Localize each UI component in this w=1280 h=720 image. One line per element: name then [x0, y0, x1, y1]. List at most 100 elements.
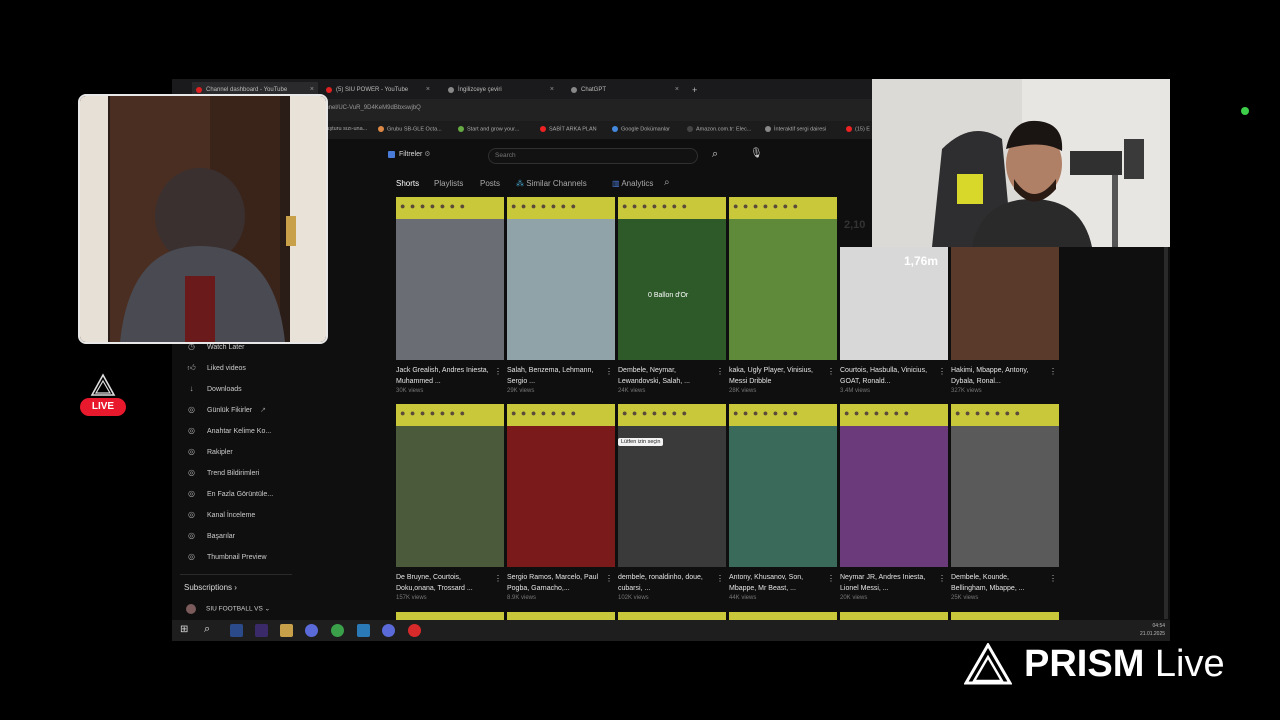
- short-title[interactable]: Antony, Khusanov, Son, Mbappe, Mr Beast,…: [729, 572, 825, 594]
- short-title[interactable]: De Bruyne, Courtois, Doku,onana, Trossar…: [396, 572, 492, 594]
- more-options-icon[interactable]: ⋮: [605, 574, 613, 583]
- filters-button[interactable]: Filtreler ⚙: [388, 150, 431, 158]
- short-title[interactable]: dembele, ronaldinho, doue, cubarsi, ...: [618, 572, 714, 594]
- short-title[interactable]: Neymar JR, Andres Iniesta, Lionel Messi,…: [840, 572, 936, 594]
- short-views: 44K views: [729, 595, 757, 601]
- short-title[interactable]: Salah, Benzema, Lehmann, Sergio ...: [507, 365, 603, 387]
- more-options-icon[interactable]: ⋮: [605, 367, 613, 376]
- bookmark-item[interactable]: Google Dokümanlar: [612, 126, 670, 132]
- more-options-icon[interactable]: ⋮: [938, 367, 946, 376]
- headset-icon[interactable]: [305, 624, 318, 637]
- search-input[interactable]: Search: [488, 148, 698, 164]
- discord-icon[interactable]: [382, 624, 395, 637]
- tab-chatgpt[interactable]: ChatGPT ×: [567, 82, 683, 98]
- system-clock[interactable]: 04:54 21.01.2025: [1140, 622, 1165, 638]
- folder-icon[interactable]: [280, 624, 293, 637]
- new-tab-button[interactable]: +: [690, 82, 704, 98]
- more-options-icon[interactable]: ⋮: [827, 574, 835, 583]
- short-thumbnail[interactable]: ● ● ● ● ● ● ●: [618, 197, 726, 360]
- more-options-icon[interactable]: ⋮: [938, 574, 946, 583]
- bookmark-item[interactable]: Grubu SB-GLE Octa...: [378, 126, 442, 132]
- thumbnail-player-strip: ● ● ● ● ● ● ●: [951, 404, 1059, 426]
- thumbnail-overlay-text: 2,10: [844, 219, 866, 231]
- premiere-icon[interactable]: [255, 624, 268, 637]
- bookmark-item[interactable]: Amazon.com.tr: Elec...: [687, 126, 751, 132]
- short-title[interactable]: Dembele, Neymar, Lewandovski, Salah, ...: [618, 365, 714, 387]
- subscription-item[interactable]: SIU FOOTBALL VS ⌄: [186, 604, 270, 614]
- search-icon[interactable]: ⌕: [664, 177, 670, 188]
- short-thumbnail[interactable]: ● ● ● ● ● ● ●: [840, 404, 948, 567]
- short-title[interactable]: Sergio Ramos, Marcelo, Paul Pogba, Garna…: [507, 572, 603, 594]
- short-title[interactable]: Courtois, Hasbulla, Vinicius, GOAT, Rona…: [840, 365, 936, 387]
- more-options-icon[interactable]: ⋮: [716, 574, 724, 583]
- bookmark-item[interactable]: İnteraktif sergi dairesi: [765, 126, 826, 132]
- sidebar-item-downloads[interactable]: ↓ Downloads: [186, 384, 242, 393]
- subscriptions-header[interactable]: Subscriptions ›: [184, 583, 237, 592]
- short-thumbnail[interactable]: ● ● ● ● ● ● ●: [951, 404, 1059, 567]
- more-options-icon[interactable]: ⋮: [716, 367, 724, 376]
- bookmark-item[interactable]: Start and grow your...: [458, 126, 519, 132]
- short-thumbnail[interactable]: ● ● ● ● ● ● ●: [396, 197, 504, 360]
- short-views: 29K views: [507, 388, 535, 394]
- tab-playlists[interactable]: Playlists: [434, 179, 463, 188]
- sidebar-item-trends[interactable]: ◎ Trend Bildirimleri: [186, 468, 259, 477]
- tab-translate[interactable]: İngilizceye çeviri ×: [444, 82, 558, 98]
- close-icon[interactable]: ×: [550, 82, 554, 98]
- scrollbar[interactable]: [1164, 244, 1168, 619]
- microphone-icon[interactable]: 🎙︎: [750, 148, 763, 159]
- sidebar-item-liked[interactable]: 👍︎ Liked videos: [186, 363, 246, 373]
- url-text[interactable]: annel/UC-VuR_9D4KeM9dBbxswjbQ: [322, 105, 421, 111]
- tab-siu-power[interactable]: (5) SIU POWER - YouTube ×: [322, 82, 434, 98]
- tab-title: İngilizceye çeviri: [458, 87, 502, 93]
- sidebar-item-competitors[interactable]: ◎ Rakipler: [186, 447, 233, 456]
- bookmark-item[interactable]: (15) E: [846, 126, 870, 132]
- short-title[interactable]: Jack Grealish, Andres Iniesta, Muhammed …: [396, 365, 492, 387]
- tab-similar-channels[interactable]: ⁂ Similar Channels: [516, 179, 587, 188]
- short-title[interactable]: Dembele, Kounde, Bellingham, Mbappe, ...: [951, 572, 1047, 594]
- photoshop-icon[interactable]: [230, 624, 243, 637]
- short-thumbnail[interactable]: ● ● ● ● ● ● ●: [507, 404, 615, 567]
- chevron-right-icon: ›: [234, 583, 237, 592]
- short-thumbnail[interactable]: ● ● ● ● ● ● ●: [729, 404, 837, 567]
- search-icon[interactable]: ⌕: [204, 623, 210, 636]
- tooltip: Lütfen izin seçin: [618, 438, 664, 446]
- short-thumbnail[interactable]: ● ● ● ● ● ● ●: [618, 404, 726, 567]
- prism-app-icon[interactable]: [408, 624, 421, 637]
- more-options-icon[interactable]: ⋮: [1049, 367, 1057, 376]
- short-thumbnail[interactable]: ● ● ● ● ● ● ●: [507, 197, 615, 360]
- tool-icon: ◎: [188, 447, 195, 456]
- more-options-icon[interactable]: ⋮: [494, 574, 502, 583]
- tab-posts[interactable]: Posts: [480, 179, 500, 188]
- chrome-icon[interactable]: [331, 624, 344, 637]
- sidebar-item-daily-ideas[interactable]: ◎ Günlük Fikirler ↗: [186, 405, 266, 414]
- taskbar: ⊞ ⌕ 04:54 21.01.2025: [172, 620, 1170, 641]
- tab-analytics[interactable]: ▥ Analytics: [612, 179, 653, 188]
- tab-shorts[interactable]: Shorts: [396, 179, 419, 188]
- thumbnail-image: [507, 426, 615, 567]
- more-options-icon[interactable]: ⋮: [494, 367, 502, 376]
- thumbnail-player-strip: ● ● ● ● ● ● ●: [840, 404, 948, 426]
- short-thumbnail[interactable]: ● ● ● ● ● ● ●: [396, 404, 504, 567]
- bookmark-item[interactable]: SABİT ARKA PLAN: [540, 126, 597, 132]
- sidebar-item-most-viewed[interactable]: ◎ En Fazla Görüntüle...: [186, 489, 273, 498]
- tab-title: Channel dashboard - YouTube: [206, 87, 288, 93]
- windows-start-icon[interactable]: ⊞: [180, 624, 188, 635]
- close-icon[interactable]: ×: [426, 82, 430, 98]
- app-icon[interactable]: [357, 624, 370, 637]
- thumbnail-player-strip: ● ● ● ● ● ● ●: [618, 404, 726, 426]
- short-title[interactable]: kaka, Ugly Player, Vinisius, Messi Dribb…: [729, 365, 825, 387]
- bookmark-item[interactable]: oluşturu sızı-una...: [322, 126, 367, 132]
- sidebar-item-thumbnail-preview[interactable]: ◎ Thumbnail Preview: [186, 552, 267, 561]
- short-title[interactable]: Hakimi, Mbappe, Antony, Dybala, Ronal...: [951, 365, 1047, 387]
- status-indicator: [1241, 107, 1249, 115]
- sidebar-item-achievements[interactable]: ◎ Başarılar: [186, 531, 235, 540]
- short-thumbnail[interactable]: ● ● ● ● ● ● ●: [729, 197, 837, 360]
- sidebar-item-channel-review[interactable]: ◎ Kanal İnceleme: [186, 510, 255, 519]
- more-options-icon[interactable]: ⋮: [1049, 574, 1057, 583]
- short-views: 28K views: [729, 388, 757, 394]
- sidebar-item-keywords[interactable]: ◎ Anahtar Kelime Ko...: [186, 426, 271, 435]
- more-options-icon[interactable]: ⋮: [827, 367, 835, 376]
- close-icon[interactable]: ×: [675, 82, 679, 98]
- search-icon[interactable]: ⌕: [712, 148, 718, 161]
- short-views: 3.4M views: [840, 388, 871, 394]
